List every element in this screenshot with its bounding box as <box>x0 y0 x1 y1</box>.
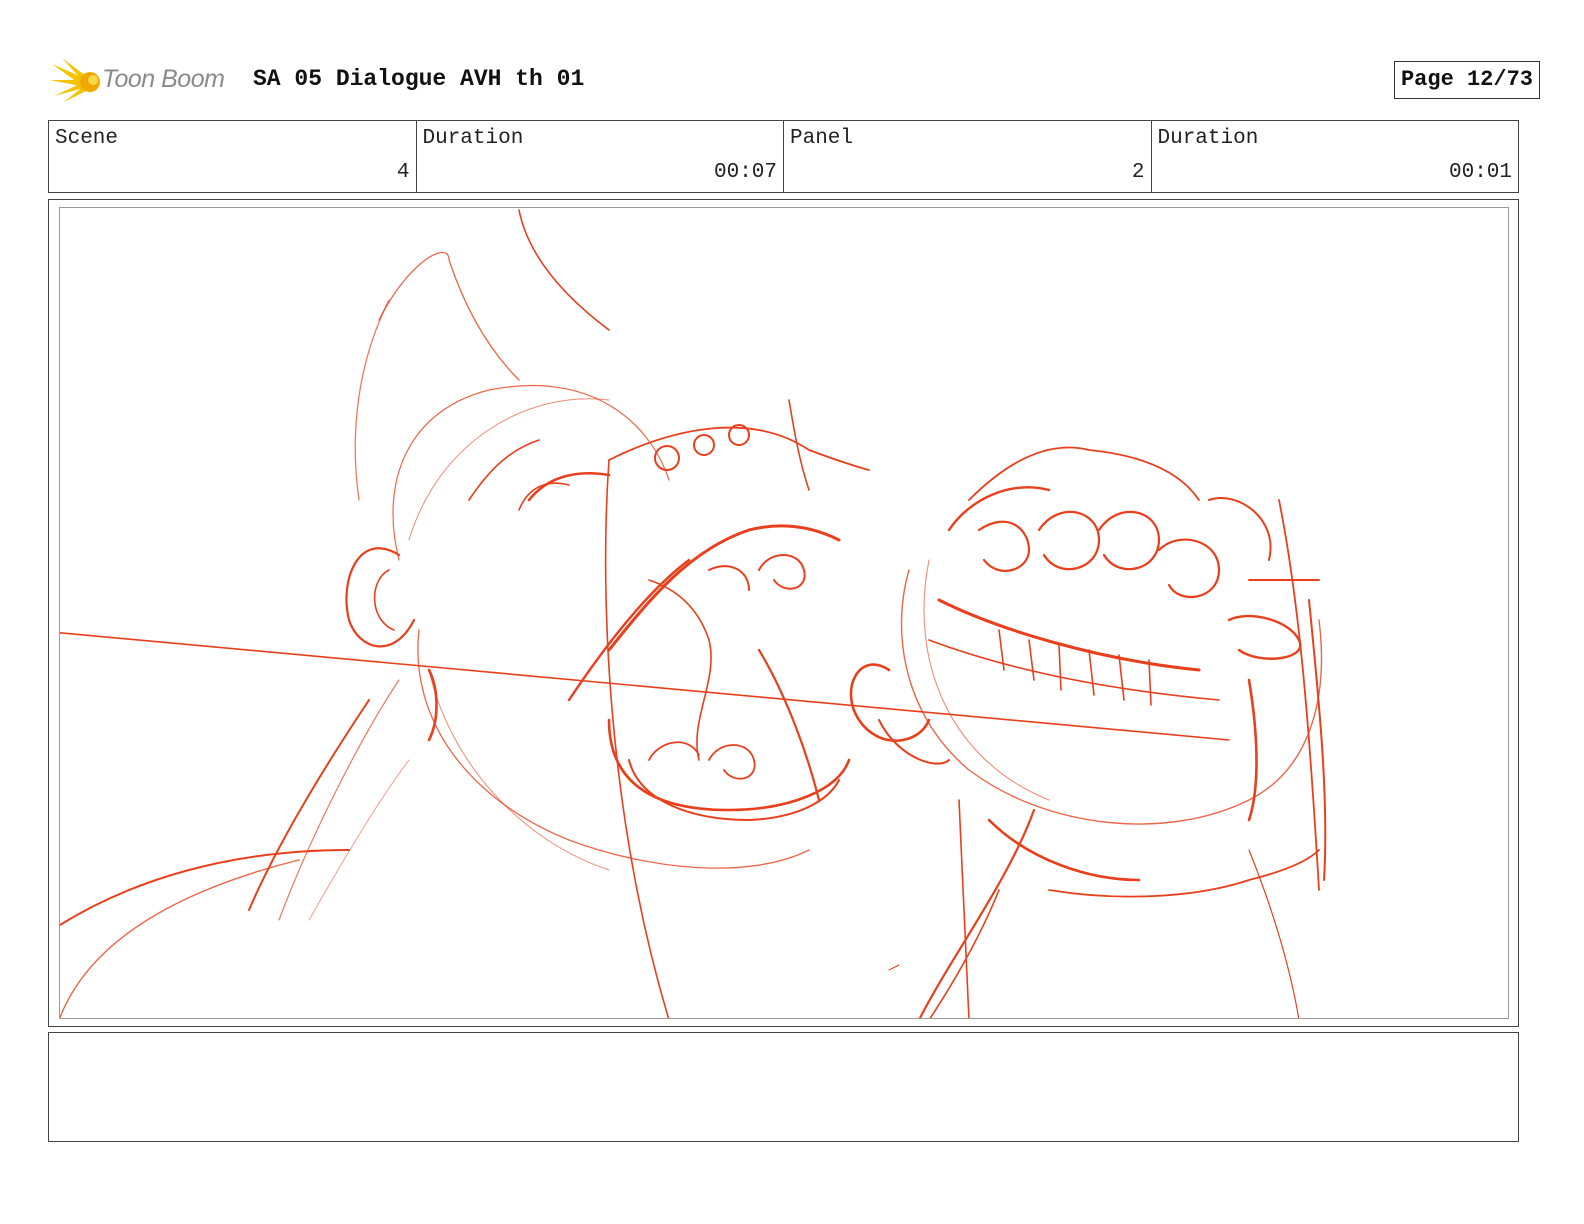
scene-info-row: Scene 4 Duration 00:07 Panel 2 Duration … <box>48 120 1519 193</box>
storyboard-header: Toon Boom SA 05 Dialogue AVH th 01 Page … <box>50 56 1540 104</box>
sketch-line <box>648 579 712 761</box>
sketch-line <box>60 859 300 1018</box>
document-title: SA 05 Dialogue AVH th 01 <box>253 66 585 92</box>
sun-burst-icon <box>50 58 100 102</box>
rough-sketch-drawing <box>60 209 1327 1018</box>
sketch-line <box>1227 614 1302 660</box>
sketch-line <box>878 719 950 765</box>
sketch-line <box>1037 510 1101 571</box>
sketch-line <box>392 385 670 561</box>
panel-cell: Panel 2 <box>784 121 1152 192</box>
sketch-line <box>937 598 1201 672</box>
sketch-line <box>354 299 390 501</box>
sketch-line <box>968 446 1200 501</box>
sketch-line <box>708 565 750 591</box>
sketch-line <box>345 547 416 648</box>
sketch-line <box>308 759 410 921</box>
scene-value: 4 <box>396 161 410 184</box>
sketch-line <box>427 668 438 742</box>
panel-value: 2 <box>1131 161 1145 184</box>
panel-label: Panel <box>790 127 854 150</box>
sketch-line <box>373 569 395 631</box>
sketch-line <box>607 718 851 812</box>
sketch-line <box>378 251 520 381</box>
sketch-line <box>518 209 610 331</box>
sketch-nostril <box>654 445 680 471</box>
sketch-line <box>607 524 841 652</box>
sketch-line <box>1308 599 1327 881</box>
sketch-line <box>1157 538 1221 599</box>
scene-label: Scene <box>55 127 119 150</box>
sketch-line <box>408 398 610 541</box>
panel-duration-label: Duration <box>1157 127 1259 150</box>
sketch-line <box>60 632 1230 741</box>
panel-notes-box <box>48 1032 1519 1142</box>
logo-text: Toon Boom <box>102 65 225 93</box>
sketch-line <box>648 741 700 761</box>
sketch-line <box>708 744 756 780</box>
sketch-line <box>604 459 670 1018</box>
panel-duration-cell: Duration 00:01 <box>1152 121 1519 192</box>
sketch-line <box>758 554 806 590</box>
sketch-line <box>1278 499 1320 891</box>
panel-drawing-area <box>59 207 1509 1019</box>
scene-duration-cell: Duration 00:07 <box>417 121 784 192</box>
sketch-line <box>60 849 350 927</box>
storyboard-panel <box>48 199 1519 1027</box>
page-indicator: Page 12/73 <box>1393 61 1540 99</box>
sketch-line <box>428 669 610 871</box>
sketch-line <box>248 699 370 911</box>
sketch-line <box>1208 497 1272 561</box>
sketch-line <box>977 520 1031 572</box>
sketch-line <box>998 629 1152 706</box>
scene-duration-value: 00:07 <box>713 161 777 184</box>
scene-cell: Scene 4 <box>49 121 417 192</box>
sketch-line <box>900 569 1323 825</box>
sketch-line <box>987 818 1141 882</box>
sketch-nostril <box>693 434 715 456</box>
sketch-line <box>1097 510 1161 571</box>
sketch-line <box>947 486 1051 532</box>
toon-boom-logo: Toon Boom <box>50 56 250 104</box>
panel-duration-value: 00:01 <box>1448 161 1512 184</box>
sketch-line <box>788 399 810 491</box>
sketch-line <box>1248 849 1300 1018</box>
sketch-line <box>468 439 540 501</box>
sketch-line <box>757 648 821 802</box>
sketch-line <box>958 799 970 1018</box>
sketch-line <box>888 964 900 971</box>
scene-duration-label: Duration <box>422 127 524 150</box>
sketch-line <box>608 426 870 471</box>
